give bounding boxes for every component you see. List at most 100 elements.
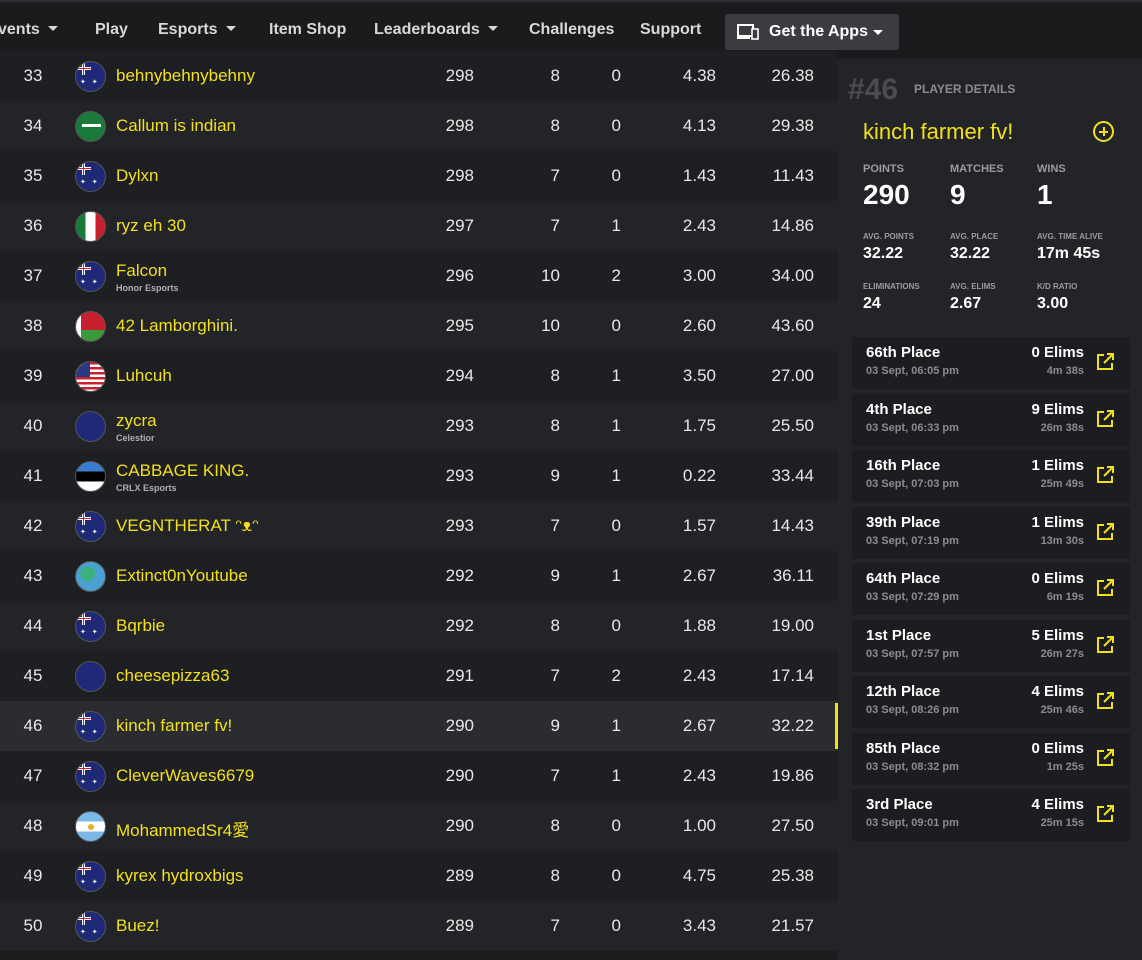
match-place: 39th Place <box>866 513 941 531</box>
nav-support[interactable]: Support <box>640 21 701 39</box>
match-card[interactable]: 1st Place 03 Sept, 07:57 pm 5 Elims 26m 27s <box>852 619 1130 672</box>
player-name-cell[interactable]: Luhcuh <box>116 366 172 386</box>
flag-au-icon <box>75 611 106 642</box>
player-name-cell[interactable]: Dylxn <box>116 166 159 186</box>
table-row[interactable]: 43 Extinct0nYoutube 292 9 1 2.67 36.11 <box>0 551 838 601</box>
table-row[interactable]: 36 ryz eh 30 297 7 1 2.43 14.86 <box>0 201 838 251</box>
table-row[interactable]: 39 Luhcuh 294 8 1 3.50 27.00 <box>0 351 838 401</box>
match-card[interactable]: 12th Place 03 Sept, 08:26 pm 4 Elims 25m 46… <box>852 676 1130 728</box>
rank-cell: 49 <box>23 866 43 885</box>
flag-au-icon <box>75 261 106 292</box>
match-card[interactable]: 16th Place 03 Sept, 07:03 pm 1 Elims 25m 49… <box>852 450 1130 502</box>
points-cell: 290 <box>445 766 474 785</box>
nav-item-shop-label: Item Shop <box>269 21 347 38</box>
table-row[interactable]: 49 kyrex hydroxbigs 289 8 0 4.75 25.38 <box>0 851 838 901</box>
table-row[interactable]: 35 Dylxn 298 7 0 1.43 11.43 <box>0 151 838 201</box>
get-apps-button[interactable]: Get the Apps <box>725 14 899 50</box>
nav-events[interactable]: vents <box>0 21 58 39</box>
nav-item-shop[interactable]: Item Shop <box>269 21 346 39</box>
external-link-icon[interactable] <box>1096 805 1114 823</box>
add-circle-icon[interactable] <box>1093 121 1114 142</box>
match-card[interactable]: 3rd Place 03 Sept, 09:01 pm 4 Elims 25m 15s <box>852 789 1130 841</box>
external-link-icon[interactable] <box>1096 522 1114 541</box>
external-link-icon[interactable] <box>1096 692 1114 710</box>
flag-ee-icon <box>75 461 106 492</box>
match-date: 03 Sept, 06:05 pm <box>866 365 959 377</box>
external-link-icon[interactable] <box>1096 635 1114 654</box>
chevron-down-icon <box>225 26 236 32</box>
table-row[interactable]: 44 Bqrbie 292 8 0 1.88 19.00 <box>0 601 838 651</box>
table-row[interactable]: 47 CleverWaves6679 290 7 1 2.43 19.86 <box>0 751 838 801</box>
kd-cell: 2.67 <box>682 566 716 585</box>
avg-elims-value: 2.67 <box>950 295 982 312</box>
nav-play[interactable]: Play <box>95 21 128 39</box>
kd-cell: 1.75 <box>682 416 716 435</box>
kd-cell: 2.43 <box>682 216 716 235</box>
table-row[interactable]: 38 42 Lamborghini. 295 10 0 2.60 43.60 <box>0 301 838 351</box>
external-link-icon[interactable] <box>1096 409 1114 428</box>
rank-cell: 34 <box>23 116 43 135</box>
wins-cell: 0 <box>611 66 621 85</box>
player-name-cell[interactable]: CleverWaves6679 <box>116 766 254 786</box>
nav-challenges[interactable]: Challenges <box>529 21 614 39</box>
player-name-cell[interactable]: behnybehnybehny <box>116 66 255 86</box>
player-name-cell[interactable]: zycra <box>116 411 157 431</box>
external-link-icon[interactable] <box>1096 353 1114 371</box>
nav-esports[interactable]: Esports <box>158 21 236 39</box>
player-name-cell[interactable]: kinch farmer fv! <box>116 716 232 736</box>
player-name-cell[interactable]: cheesepizza63 <box>116 666 229 686</box>
table-row[interactable]: 41 CABBAGE KING. CRLX Esports 293 9 1 0.22 33.4… <box>0 451 838 501</box>
external-link-icon[interactable] <box>1096 748 1114 767</box>
external-link-icon[interactable] <box>1096 466 1114 484</box>
kd-value: 3.00 <box>1037 295 1069 312</box>
points-value: 290 <box>863 179 910 210</box>
player-name-cell[interactable]: MohammedSr4愛 <box>116 816 249 841</box>
player-name-cell[interactable]: Falcon <box>116 261 167 281</box>
player-name-cell[interactable]: CABBAGE KING. <box>116 461 249 481</box>
kd-cell: 2.43 <box>682 666 716 685</box>
nav-leaderboards[interactable]: Leaderboards <box>374 21 498 39</box>
team-name: Honor Esports <box>116 283 179 293</box>
match-card[interactable]: 4th Place 03 Sept, 06:33 pm 9 Elims 26m 38s <box>852 393 1130 446</box>
kd-cell: 1.00 <box>682 816 716 835</box>
player-name-cell[interactable]: Bqrbie <box>116 616 165 636</box>
match-card[interactable]: 64th Place 03 Sept, 07:29 pm 0 Elims 6m 19s <box>852 563 1130 615</box>
match-card[interactable]: 66th Place 03 Sept, 06:05 pm 0 Elims 4m 38s <box>852 337 1130 389</box>
player-name-cell[interactable]: 42 Lamborghini. <box>116 316 238 336</box>
table-row[interactable]: 50 Buez! 289 7 0 3.43 21.57 <box>0 901 838 951</box>
match-time: 25m 15s <box>1040 817 1084 829</box>
table-row[interactable]: 40 zycra Celestior 293 8 1 1.75 25.50 <box>0 401 838 451</box>
flag-mx-icon <box>75 211 106 242</box>
matches-cell: 9 <box>550 566 560 585</box>
wins-cell: 1 <box>611 366 621 385</box>
player-name-cell[interactable]: VEGNTHERAT ᵔᴥᵔ <box>116 516 258 536</box>
avg-points-cell: 19.00 <box>771 616 814 635</box>
table-row[interactable]: 46 kinch farmer fv! 290 9 1 2.67 32.22 <box>0 701 838 751</box>
table-row[interactable]: 33 behnybehnybehny 298 8 0 4.38 26.38 <box>0 51 838 101</box>
matches-cell: 10 <box>541 316 560 335</box>
player-name-cell[interactable]: Callum is indian <box>116 116 236 136</box>
chevron-down-icon <box>47 26 58 32</box>
table-row[interactable]: 48 MohammedSr4愛 290 8 0 1.00 27.50 <box>0 801 838 851</box>
rank-cell: 39 <box>23 366 43 385</box>
player-name-cell[interactable]: Buez! <box>116 916 159 936</box>
table-row[interactable]: 37 Falcon Honor Esports 296 10 2 3.00 34.00 <box>0 251 838 301</box>
chevron-down-icon <box>873 30 883 35</box>
table-row[interactable]: 34 Callum is indian 298 8 0 4.13 29.38 <box>0 101 838 151</box>
avg-points-cell: 26.38 <box>771 66 814 85</box>
player-name-cell[interactable]: ryz eh 30 <box>116 216 186 236</box>
external-link-icon[interactable] <box>1096 579 1114 597</box>
avg-place-label: AVG. PLACE <box>950 232 999 241</box>
flag-au-icon <box>75 711 106 742</box>
wins-label: WINS <box>1037 163 1066 175</box>
table-row[interactable]: 45 cheesepizza63 291 7 2 2.43 17.14 <box>0 651 838 701</box>
player-name-cell[interactable]: kyrex hydroxbigs <box>116 866 244 886</box>
avg-place-value: 32.22 <box>950 245 991 262</box>
matches-cell: 8 <box>550 866 560 885</box>
table-row[interactable]: 42 VEGNTHERAT ᵔᴥᵔ 293 7 0 1.57 14.43 <box>0 501 838 551</box>
nav-challenges-label: Challenges <box>529 21 615 38</box>
match-card[interactable]: 85th Place 03 Sept, 08:32 pm 0 Elims 1m 25s <box>852 732 1130 785</box>
match-card[interactable]: 39th Place 03 Sept, 07:19 pm 1 Elims 13m 30… <box>852 506 1130 559</box>
player-name-cell[interactable]: Extinct0nYoutube <box>116 566 248 586</box>
nav-support-label: Support <box>640 21 702 38</box>
